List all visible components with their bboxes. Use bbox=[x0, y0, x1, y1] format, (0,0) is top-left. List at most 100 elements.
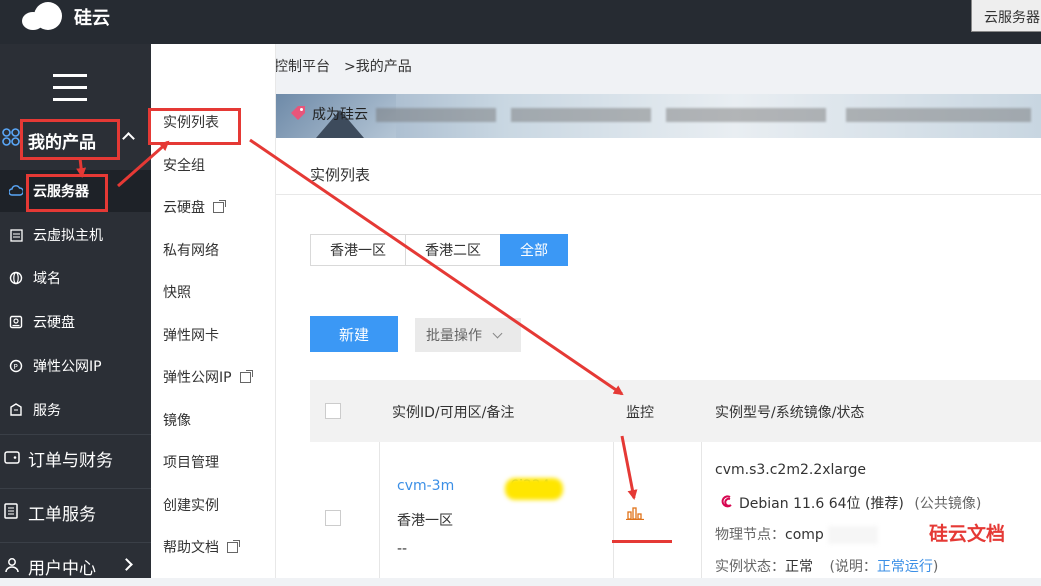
column-header-monitor: 监控 bbox=[626, 405, 654, 421]
submenu-elastic-ip[interactable]: 弹性公网IP bbox=[151, 356, 276, 398]
redaction-mask bbox=[828, 526, 878, 544]
submenu-label: 私有网络 bbox=[163, 243, 219, 259]
zone-tabs: 香港一区 香港二区 全部 bbox=[310, 234, 568, 266]
select-all-checkbox[interactable] bbox=[325, 403, 341, 419]
sidebar-item-label: 云虚拟主机 bbox=[33, 228, 103, 244]
sidebar-item-virtual-host[interactable]: 云虚拟主机 bbox=[0, 214, 151, 256]
submenu-label: 弹性公网IP bbox=[163, 370, 232, 386]
breadcrumb: 当前位置：管理控制平台 >我的产品 bbox=[151, 44, 1041, 84]
submenu-label: 帮助文档 bbox=[163, 540, 219, 556]
sidebar-group-label: 订单与财务 bbox=[28, 451, 113, 471]
column-divider bbox=[379, 442, 380, 578]
sidebar-item-label: 服务 bbox=[33, 403, 61, 419]
external-link-icon bbox=[213, 199, 226, 213]
table-header: 实例ID/可用区/备注 监控 实例型号/系统镜像/状态 bbox=[310, 380, 1041, 442]
new-instance-button[interactable]: 新建 bbox=[310, 316, 398, 352]
tab-hk-zone-2[interactable]: 香港二区 bbox=[405, 234, 501, 266]
user-icon bbox=[4, 557, 20, 577]
submenu-help-docs[interactable]: 帮助文档 bbox=[151, 526, 276, 568]
submenu-label: 安全组 bbox=[163, 158, 205, 174]
column-header-id: 实例ID/可用区/备注 bbox=[392, 405, 515, 421]
ip-icon: P bbox=[8, 358, 24, 374]
instance-id-prefix: cvm-3m bbox=[397, 478, 455, 494]
image-kind: (公共镜像) bbox=[914, 496, 982, 512]
sidebar-group-orders[interactable]: 订单与财务 bbox=[0, 434, 151, 478]
status-note-label: (说明： bbox=[829, 559, 877, 575]
promo-banner[interactable]: 成为硅云 bbox=[276, 94, 1041, 138]
sidebar-item-domain[interactable]: 域名 bbox=[0, 257, 151, 299]
redaction-mask bbox=[505, 478, 563, 500]
instance-type: cvm.s3.c2m2.2xlarge bbox=[715, 462, 866, 478]
annotation-box-my-products bbox=[20, 119, 120, 160]
node-label: 物理节点： bbox=[715, 527, 785, 543]
instance-image: Debian 11.6 64位 (推荐) (公共镜像) bbox=[739, 493, 981, 513]
row-checkbox[interactable] bbox=[325, 510, 341, 526]
submenu-label: 项目管理 bbox=[163, 455, 219, 471]
wallet-icon bbox=[4, 449, 20, 469]
node-value: comp bbox=[785, 527, 824, 543]
sidebar-item-service[interactable]: 服务 bbox=[0, 389, 151, 431]
tab-hk-zone-1[interactable]: 香港一区 bbox=[310, 234, 406, 266]
disk-icon bbox=[8, 314, 24, 330]
annotation-box-cloud-server bbox=[26, 174, 108, 212]
sidebar-item-label: 弹性公网IP bbox=[33, 359, 102, 375]
sidebar-group-tickets[interactable]: 工单服务 bbox=[0, 488, 151, 532]
chevron-up-icon[interactable] bbox=[122, 132, 135, 145]
annotation-underline bbox=[612, 540, 672, 543]
sidebar-item-cloud-disk[interactable]: 云硬盘 bbox=[0, 301, 151, 343]
physical-node: 物理节点：comp bbox=[715, 524, 824, 544]
annotation-box-instance-list bbox=[148, 108, 241, 145]
top-cloud-server-button[interactable]: 云服务器 bbox=[971, 0, 1041, 32]
instance-note: -- bbox=[397, 541, 408, 557]
submenu-label: 镜像 bbox=[163, 413, 191, 429]
sidebar-group-label: 工单服务 bbox=[28, 505, 96, 525]
external-link-icon bbox=[227, 539, 240, 553]
submenu-private-network[interactable]: 私有网络 bbox=[151, 229, 276, 271]
monitor-chart-icon[interactable] bbox=[626, 506, 644, 524]
status-note-end: ) bbox=[932, 559, 939, 575]
cloud-icon bbox=[8, 183, 24, 199]
submenu-cloud-disk[interactable]: 云硬盘 bbox=[151, 186, 276, 228]
brand-name: 硅云 bbox=[74, 8, 110, 29]
batch-actions-dropdown[interactable]: 批量操作 bbox=[415, 318, 521, 352]
status-note-link[interactable]: 正常运行 bbox=[877, 559, 933, 575]
submenu-label: 云硬盘 bbox=[163, 200, 205, 216]
external-link-icon bbox=[239, 369, 253, 383]
sidebar-item-elastic-ip[interactable]: P 弹性公网IP bbox=[0, 345, 151, 387]
watermark-text: 硅云文档 bbox=[929, 523, 1006, 545]
cloud-logo-icon bbox=[20, 2, 66, 32]
image-recommend-tag: (推荐) bbox=[864, 496, 904, 512]
column-divider bbox=[701, 442, 702, 578]
instance-status: 实例状态：正常 (说明：正常运行) bbox=[715, 556, 938, 576]
status-value: 正常 bbox=[785, 559, 813, 575]
submenu-label: 快照 bbox=[163, 285, 191, 301]
submenu-create-instance[interactable]: 创建实例 bbox=[151, 484, 276, 526]
submenu-label: 弹性网卡 bbox=[163, 328, 219, 344]
service-icon bbox=[8, 402, 24, 418]
page-title: 实例列表 bbox=[310, 166, 371, 184]
submenu-security-group[interactable]: 安全组 bbox=[151, 144, 276, 186]
sidebar-group-user-center[interactable]: 用户中心 bbox=[0, 542, 151, 586]
submenu-snapshot[interactable]: 快照 bbox=[151, 271, 276, 313]
server-icon bbox=[8, 227, 24, 243]
submenu-label: 创建实例 bbox=[163, 498, 219, 514]
title-divider bbox=[276, 194, 1041, 195]
sidebar-group-label: 用户中心 bbox=[28, 559, 96, 579]
document-icon bbox=[4, 503, 18, 523]
column-header-spec: 实例型号/系统镜像/状态 bbox=[715, 405, 865, 421]
instance-zone: 香港一区 bbox=[397, 513, 453, 529]
debian-logo-icon bbox=[720, 494, 734, 514]
submenu-image[interactable]: 镜像 bbox=[151, 399, 276, 441]
submenu-project-management[interactable]: 项目管理 bbox=[151, 441, 276, 483]
chevron-right-icon bbox=[120, 558, 133, 571]
tab-all[interactable]: 全部 bbox=[500, 234, 568, 266]
column-divider bbox=[613, 442, 614, 578]
grid-icon bbox=[2, 128, 20, 146]
hamburger-menu-icon[interactable] bbox=[53, 74, 87, 110]
submenu-elastic-nic[interactable]: 弹性网卡 bbox=[151, 314, 276, 356]
chevron-down-icon bbox=[492, 328, 503, 338]
status-label: 实例状态： bbox=[715, 559, 785, 575]
tag-icon bbox=[290, 105, 306, 125]
image-name: Debian 11.6 64位 bbox=[739, 496, 861, 512]
brand-logo[interactable]: 硅云 bbox=[20, 2, 110, 32]
